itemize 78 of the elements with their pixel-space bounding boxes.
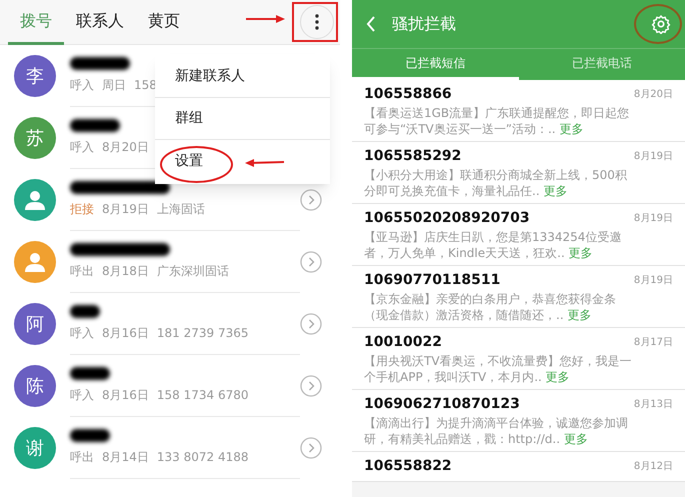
avatar: 谢: [14, 427, 56, 469]
message-preview: 【小积分大用途】联通积分商城全新上线，500积分即可兑换充值卡，海量礼品任.. 更多: [364, 167, 628, 199]
call-detail: 广东深圳固话: [156, 263, 229, 280]
call-date: 8月18日: [102, 263, 149, 280]
message-preview: 【滴滴出行】为提升滴滴平台体验，诚邀您参加调研，有精美礼品赠送，戳：http://d.. 更多: [364, 415, 629, 447]
message-date: 8月12日: [634, 460, 673, 474]
call-detail: 上海固话: [156, 201, 205, 218]
tab[interactable]: 已拦截电话: [518, 49, 685, 80]
message-date: 8月13日: [634, 398, 673, 412]
tab[interactable]: 黄页: [136, 0, 192, 44]
menu-item[interactable]: 新建联系人: [155, 56, 330, 98]
message-date: 8月17日: [634, 336, 673, 350]
redacted-name: [70, 305, 100, 318]
back-icon[interactable]: [366, 15, 376, 33]
chevron-icon[interactable]: [300, 375, 322, 397]
call-date: 周日: [102, 77, 126, 94]
message-date: 8月19日: [634, 212, 673, 226]
sender-number: 1065585292: [364, 147, 462, 166]
call-date: 8月16日: [102, 387, 149, 404]
call-date: 8月14日: [102, 449, 149, 466]
message-preview: 【京东金融】亲爱的白条用户，恭喜您获得金条（现金借款）激活资格，随借随还，.. 更多: [364, 291, 617, 323]
call-date: 8月20日: [102, 139, 149, 156]
more-link[interactable]: 更多: [567, 308, 592, 322]
more-icon: [315, 14, 319, 30]
call-type: 呼入: [70, 139, 94, 156]
annotation-arrow: [245, 159, 284, 167]
call-type: 呼出: [70, 449, 94, 466]
call-date: 8月16日: [102, 325, 149, 342]
settings-icon[interactable]: [651, 14, 671, 34]
annotation-ellipse: [634, 4, 682, 44]
avatar: 阿: [14, 303, 56, 345]
avatar: 陈: [14, 365, 56, 407]
call-type: 拒接: [70, 201, 94, 218]
tab[interactable]: 联系人: [64, 0, 136, 44]
sender-number: 1069062710870123: [364, 395, 520, 414]
message-preview: 【用央视沃TV看奥运，不收流量费】您好，我是一个手机APP，我叫沃TV，本月内.. 更多: [364, 353, 633, 385]
call-detail: 133 8072 4188: [156, 449, 249, 466]
redacted-name: [70, 119, 120, 132]
more-button[interactable]: [300, 5, 334, 39]
sender-number: 10690770118511: [364, 271, 500, 290]
person-icon: [23, 188, 47, 212]
more-link[interactable]: 更多: [564, 432, 588, 446]
sender-number: 10655020208920703: [364, 209, 530, 228]
person-icon: [23, 250, 47, 274]
call-type: 呼入: [70, 387, 94, 404]
call-detail: 181 2739 7365: [156, 325, 249, 342]
message-date: 8月19日: [634, 150, 673, 164]
call-type: 呼入: [70, 77, 94, 94]
redacted-name: [70, 429, 110, 442]
sender-number: 106558866: [364, 85, 452, 104]
chevron-icon[interactable]: [300, 251, 322, 273]
annotation-arrow: [246, 15, 285, 23]
call-detail: 158 1734 6780: [156, 387, 249, 404]
call-type: 呼出: [70, 263, 94, 280]
more-link[interactable]: 更多: [546, 370, 570, 384]
message-preview: 【看奥运送1GB流量】广东联通提醒您，即日起您可参与“沃TV奥运买一送一”活动：.. 更多: [364, 105, 630, 137]
page-title: 骚扰拦截: [392, 13, 456, 35]
chevron-icon[interactable]: [300, 189, 322, 211]
message-preview: 【亚马逊】店庆生日趴，您是第1334254位受邀者，万人免单，Kindle天天送，狂欢.. 更多: [364, 229, 622, 261]
annotation-frame: [292, 2, 338, 42]
redacted-name: [70, 57, 130, 70]
avatar: 李: [14, 55, 56, 97]
more-link[interactable]: 更多: [559, 122, 584, 136]
more-link[interactable]: 更多: [568, 246, 593, 260]
chevron-icon[interactable]: [300, 437, 322, 459]
chevron-icon[interactable]: [300, 313, 322, 335]
sender-number: 106558822: [364, 457, 452, 476]
more-link[interactable]: 更多: [543, 184, 568, 198]
call-date: 8月19日: [102, 201, 149, 218]
avatar: 苏: [14, 117, 56, 159]
sender-number: 10010022: [364, 333, 442, 352]
menu-item[interactable]: 群组: [155, 98, 330, 140]
redacted-name: [70, 367, 110, 380]
message-date: 8月19日: [634, 274, 673, 288]
call-type: 呼入: [70, 325, 94, 342]
menu-item[interactable]: 设置: [155, 140, 330, 182]
message-date: 8月20日: [634, 88, 673, 102]
tab[interactable]: 拨号: [8, 0, 64, 44]
